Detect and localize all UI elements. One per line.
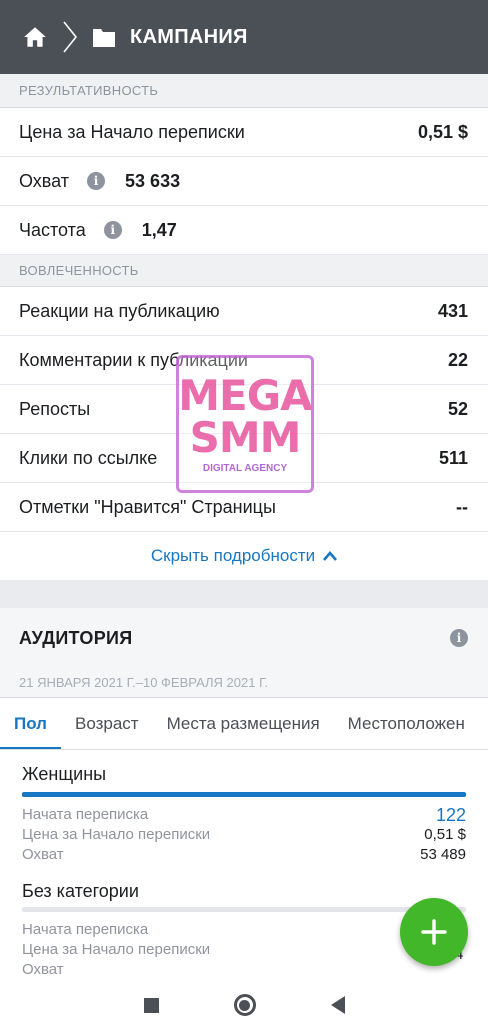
metric-label: Отметки "Нравится" Страницы xyxy=(19,496,276,517)
audience-category-women: Женщины Начата переписка 122 Цена за Нач… xyxy=(0,750,488,865)
category-name: Женщины xyxy=(22,764,107,784)
category-metric-value: 53 489 xyxy=(420,846,466,863)
info-icon[interactable]: i xyxy=(87,172,106,190)
section-divider xyxy=(0,580,488,608)
metric-label: Репосты xyxy=(19,398,91,419)
audience-title: АУДИТОРИЯ xyxy=(19,627,133,648)
home-icon[interactable] xyxy=(22,24,48,50)
watermark-line3: DIGITAL AGENCY xyxy=(202,462,288,474)
audience-tabs: Пол Возраст Места размещения Местоположе… xyxy=(0,698,488,750)
metric-label: Охват xyxy=(19,170,70,191)
date-range: 21 ЯНВАРЯ 2021 Г.–10 ФЕВРАЛЯ 2021 Г. xyxy=(0,668,488,698)
metric-row-reach: Охват i 53 633 xyxy=(0,157,488,206)
category-metric: Охват xyxy=(22,960,466,980)
metric-value: 22 xyxy=(447,349,468,370)
metric-row-frequency: Частота i 1,47 xyxy=(0,206,488,255)
home-button[interactable] xyxy=(233,994,256,1016)
tab-gender[interactable]: Пол xyxy=(0,698,61,749)
metric-label: Цена за Начало переписки xyxy=(19,121,245,142)
watermark-line1: MEGA xyxy=(178,370,312,420)
category-metric-label: Охват xyxy=(22,961,64,978)
add-button[interactable] xyxy=(400,898,468,966)
category-metric: Начата переписка 122 xyxy=(22,805,466,825)
system-nav-bar xyxy=(0,986,488,1024)
metric-value: 1,47 xyxy=(141,219,177,240)
metric-label: Клики по ссылке xyxy=(19,447,158,468)
chevron-right-icon xyxy=(63,21,78,53)
category-metric-label: Цена за Начало переписки xyxy=(22,826,211,843)
watermark-logo: MEGA SMM DIGITAL AGENCY xyxy=(176,355,314,493)
tab-placements[interactable]: Места размещения xyxy=(153,698,334,749)
chevron-up-icon xyxy=(323,551,338,561)
back-button[interactable] xyxy=(330,996,345,1014)
category-bar-fill xyxy=(22,792,466,797)
tab-age[interactable]: Возраст xyxy=(61,698,153,749)
top-bar: КАМПАНИЯ xyxy=(0,0,488,74)
page-title: КАМПАНИЯ xyxy=(130,25,248,48)
metric-value: 52 xyxy=(447,398,468,419)
metric-value: 511 xyxy=(438,447,468,468)
category-bar xyxy=(22,792,466,797)
category-metric-value[interactable]: 122 xyxy=(436,805,466,825)
section-engagement-header: ВОВЛЕЧЕННОСТЬ xyxy=(0,255,488,287)
audience-header: АУДИТОРИЯ i xyxy=(0,608,488,668)
metric-label: Реакции на публикацию xyxy=(19,300,220,321)
category-metric: Цена за Начало переписки xyxy=(22,940,466,960)
category-metric: Цена за Начало переписки 0,51 $ xyxy=(22,825,466,845)
category-metric-label: Начата переписка xyxy=(22,806,149,823)
metric-value: 431 xyxy=(437,300,468,321)
info-icon[interactable]: i xyxy=(103,221,122,239)
hide-details-link[interactable]: Скрыть подробности xyxy=(0,532,488,580)
section-performance-header: РЕЗУЛЬТАТИВНОСТЬ xyxy=(0,74,488,108)
metric-label: Частота xyxy=(19,219,86,240)
category-metric-label: Охват xyxy=(22,846,64,863)
watermark-line2: SMM xyxy=(189,412,302,462)
metric-row-reactions: Реакции на публикацию 431 xyxy=(0,287,488,336)
category-metric: Охват 53 489 xyxy=(22,845,466,865)
category-metric-value: 0,51 $ xyxy=(424,826,466,843)
folder-icon xyxy=(93,29,115,47)
metric-row-cost-per-conversation: Цена за Начало переписки 0,51 $ xyxy=(0,108,488,157)
metric-value: 0,51 $ xyxy=(417,121,468,142)
hide-details-label: Скрыть подробности xyxy=(150,546,316,565)
category-metric-label: Начата переписка xyxy=(22,921,149,938)
category-metric-label: Цена за Начало переписки xyxy=(22,941,211,958)
info-icon[interactable]: i xyxy=(450,629,468,647)
category-bar xyxy=(22,907,466,912)
metric-value: -- xyxy=(456,496,468,517)
recents-button[interactable] xyxy=(143,997,159,1013)
tab-location[interactable]: Местоположен xyxy=(334,698,479,749)
category-name: Без категории xyxy=(22,881,139,901)
plus-icon xyxy=(421,919,447,945)
metric-value: 53 633 xyxy=(125,170,181,191)
